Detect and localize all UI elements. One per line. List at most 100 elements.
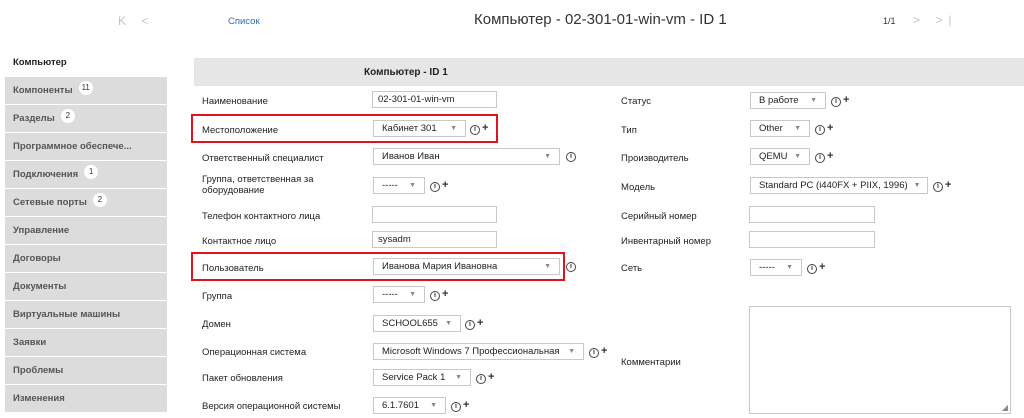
group-select[interactable]: ----- ▼	[373, 286, 425, 303]
info-icon[interactable]: i	[831, 97, 841, 107]
model-actions: i +	[933, 179, 951, 192]
plus-icon[interactable]: +	[463, 399, 469, 411]
info-icon[interactable]: i	[430, 182, 440, 192]
contact-phone-input[interactable]	[372, 206, 497, 223]
serial-label: Серийный номер	[621, 211, 697, 222]
group-tech-actions: i +	[430, 179, 448, 192]
info-icon[interactable]: i	[430, 291, 440, 301]
chevron-down-icon: ▼	[445, 320, 452, 327]
info-icon[interactable]: i	[815, 125, 825, 135]
comments-label: Комментарии	[621, 357, 681, 368]
sidebar-item-computer[interactable]: Компьютер	[5, 49, 167, 77]
info-icon[interactable]: i	[566, 152, 576, 162]
model-select[interactable]: Standard PC (i440FX + PIIX, 1996) ▼	[750, 177, 928, 194]
page-title: Компьютер - 02-301-01-win-vm - ID 1	[474, 11, 727, 28]
plus-icon[interactable]: +	[477, 317, 483, 329]
plus-icon[interactable]: +	[819, 261, 825, 273]
sidebar-item-virtual-machines[interactable]: Виртуальные машины	[5, 301, 167, 329]
plus-icon[interactable]: +	[482, 122, 488, 134]
plus-icon[interactable]: +	[827, 150, 833, 162]
domain-select[interactable]: SCHOOL655 ▼	[373, 315, 461, 332]
info-icon[interactable]: i	[465, 320, 475, 330]
chevron-down-icon: ▼	[409, 291, 416, 298]
plus-icon[interactable]: +	[442, 179, 448, 191]
plus-icon[interactable]: +	[488, 371, 494, 383]
plus-icon[interactable]: +	[827, 122, 833, 134]
status-select[interactable]: В работе ▼	[750, 92, 826, 109]
list-link[interactable]: Список	[228, 16, 260, 27]
count-badge: 2	[60, 108, 75, 123]
sidebar-item-network-ports[interactable]: Сетевые порты 2	[5, 189, 167, 217]
type-select[interactable]: Other ▼	[750, 120, 810, 137]
os-label: Операционная система	[202, 347, 307, 358]
comments-textarea[interactable]: ◢	[749, 306, 1011, 414]
sidebar-item-documents[interactable]: Документы	[5, 273, 167, 301]
sidebar-item-management[interactable]: Управление	[5, 217, 167, 245]
user-actions: i	[566, 260, 576, 272]
sidebar-item-components[interactable]: Компоненты 11	[5, 77, 167, 105]
os-actions: i +	[589, 345, 607, 358]
info-icon[interactable]: i	[815, 153, 825, 163]
pager-count: 1/1	[883, 16, 896, 26]
first-prev-nav[interactable]: K <	[118, 14, 154, 28]
computer-form: Компьютер - ID 1 Наименование Местополож…	[191, 58, 1024, 418]
info-icon[interactable]: i	[451, 402, 461, 412]
sidebar-item-partitions[interactable]: Разделы 2	[5, 105, 167, 133]
group-tech-select[interactable]: ----- ▼	[373, 177, 425, 194]
location-actions: i +	[470, 122, 488, 135]
status-label: Статус	[621, 96, 652, 107]
info-icon[interactable]: i	[589, 348, 599, 358]
info-icon[interactable]: i	[476, 374, 486, 384]
inventory-input[interactable]	[749, 231, 875, 248]
location-select[interactable]: Кабинет 301 ▼	[373, 120, 466, 137]
contact-phone-label: Телефон контактного лица	[202, 211, 321, 222]
sidebar-item-connections[interactable]: Подключения 1	[5, 161, 167, 189]
contact-input[interactable]	[372, 231, 497, 248]
plus-icon[interactable]: +	[843, 94, 849, 106]
chevron-down-icon: ▼	[794, 153, 801, 160]
tech-actions: i	[566, 150, 576, 162]
section-title: Компьютер - ID 1	[364, 67, 448, 78]
top-bar: K < Список Компьютер - 02-301-01-win-vm …	[0, 0, 1024, 44]
sidebar-item-changes[interactable]: Изменения	[5, 385, 167, 413]
info-icon[interactable]: i	[566, 262, 576, 272]
resize-handle-icon[interactable]: ◢	[1002, 403, 1008, 412]
model-label: Модель	[621, 182, 656, 193]
next-last-nav[interactable]: > >|	[913, 13, 957, 27]
os-select[interactable]: Microsoft Windows 7 Профессиональная ▼	[373, 343, 584, 360]
manufacturer-select[interactable]: QEMU ▼	[750, 148, 810, 165]
name-input[interactable]	[372, 91, 497, 108]
sp-select[interactable]: Service Pack 1 ▼	[373, 369, 471, 386]
sp-actions: i +	[476, 371, 494, 384]
chevron-down-icon: ▼	[544, 153, 551, 160]
tech-label: Ответственный специалист	[202, 153, 324, 164]
os-version-select[interactable]: 6.1.7601 ▼	[373, 397, 446, 414]
network-select[interactable]: ----- ▼	[750, 259, 802, 276]
tech-select[interactable]: Иванов Иван ▼	[373, 148, 560, 165]
count-badge: 1	[84, 164, 99, 179]
chevron-down-icon: ▼	[450, 125, 457, 132]
plus-icon[interactable]: +	[601, 345, 607, 357]
status-actions: i +	[831, 94, 849, 107]
info-icon[interactable]: i	[470, 125, 480, 135]
name-label: Наименование	[202, 96, 268, 107]
user-label: Пользователь	[202, 263, 264, 274]
type-actions: i +	[815, 122, 833, 135]
sidebar-item-problems[interactable]: Проблемы	[5, 357, 167, 385]
plus-icon[interactable]: +	[442, 288, 448, 300]
network-actions: i +	[807, 261, 825, 274]
manufacturer-actions: i +	[815, 150, 833, 163]
sidebar-item-contracts[interactable]: Договоры	[5, 245, 167, 273]
chevron-down-icon: ▼	[810, 97, 817, 104]
sidebar-item-software[interactable]: Программное обеспече...	[5, 133, 167, 161]
os-version-actions: i +	[451, 399, 469, 412]
sidebar-item-tickets[interactable]: Заявки	[5, 329, 167, 357]
info-icon[interactable]: i	[933, 182, 943, 192]
user-select[interactable]: Иванова Мария Ивановна ▼	[373, 258, 560, 275]
group-label: Группа	[202, 291, 233, 302]
chevron-down-icon: ▼	[430, 402, 437, 409]
network-label: Сеть	[621, 263, 643, 274]
info-icon[interactable]: i	[807, 264, 817, 274]
serial-input[interactable]	[749, 206, 875, 223]
plus-icon[interactable]: +	[945, 179, 951, 191]
